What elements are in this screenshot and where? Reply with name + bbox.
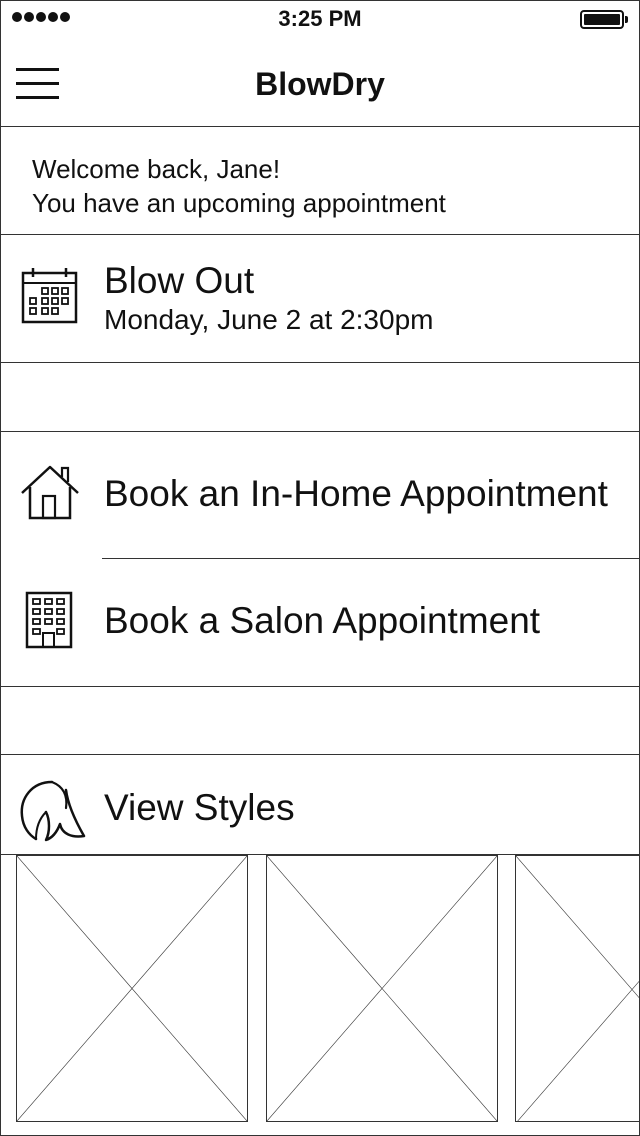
calendar-icon	[21, 268, 78, 324]
app-title: BlowDry	[255, 66, 385, 102]
divider	[0, 234, 640, 235]
style-thumbnail[interactable]	[266, 855, 498, 1122]
divider	[0, 431, 640, 432]
appointment-title[interactable]: Blow Out	[104, 260, 254, 302]
welcome-message: Welcome back, Jane! You have an upcoming…	[32, 152, 446, 220]
divider	[102, 558, 640, 559]
appointment-date: Monday, June 2 at 2:30pm	[104, 304, 434, 335]
image-placeholder-icon	[516, 856, 640, 1122]
hair-silhouette-icon	[20, 780, 86, 842]
building-icon	[25, 591, 73, 649]
book-salon-button[interactable]: Book a Salon Appointment	[104, 600, 540, 642]
status-time: 3:25 PM	[278, 6, 362, 31]
divider	[0, 686, 640, 687]
image-placeholder-icon	[267, 856, 497, 1121]
house-icon	[21, 465, 79, 520]
book-in-home-button[interactable]: Book an In-Home Appointment	[104, 473, 608, 515]
welcome-subtitle: You have an upcoming appointment	[32, 188, 446, 218]
welcome-greeting: Welcome back, Jane!	[32, 154, 281, 184]
view-styles-button[interactable]: View Styles	[104, 787, 295, 829]
image-placeholder-icon	[17, 856, 247, 1121]
battery-icon	[580, 10, 628, 29]
divider	[0, 754, 640, 755]
divider	[0, 362, 640, 363]
style-thumbnail[interactable]	[515, 855, 640, 1122]
style-thumbnail[interactable]	[16, 855, 248, 1122]
header-divider	[0, 126, 640, 127]
